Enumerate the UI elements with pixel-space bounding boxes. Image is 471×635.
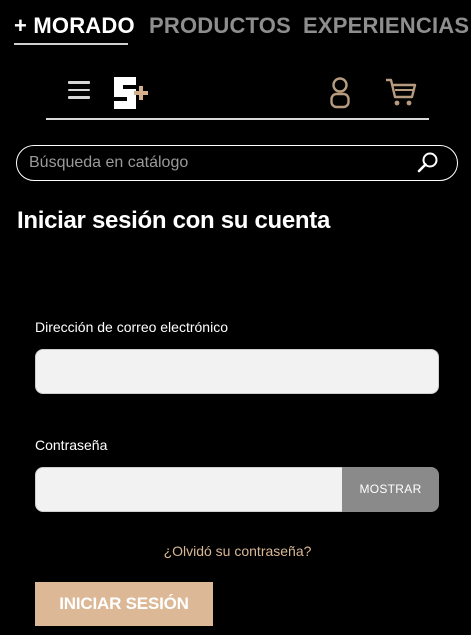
forgot-password-link[interactable]: ¿Olvidó su contraseña?: [0, 543, 471, 559]
email-label: Dirección de correo electrónico: [35, 319, 228, 335]
password-field[interactable]: [35, 467, 343, 512]
page-title: Iniciar sesión con su cuenta: [17, 207, 331, 234]
search-box: [16, 145, 458, 181]
tab-morado[interactable]: + MORADO: [14, 12, 135, 40]
tab-productos[interactable]: PRODUCTOS: [149, 12, 291, 40]
top-nav: + MORADO PRODUCTOS EXPERIENCIAS: [14, 12, 471, 46]
shopping-cart-icon[interactable]: [385, 77, 417, 107]
hamburger-menu-icon[interactable]: [68, 81, 90, 99]
tab-experiencias[interactable]: EXPERIENCIAS: [303, 12, 469, 40]
email-field[interactable]: [35, 349, 439, 394]
password-group: MOSTRAR: [35, 467, 439, 512]
login-button[interactable]: INICIAR SESIÓN: [35, 582, 213, 626]
logo-icon[interactable]: [110, 73, 156, 113]
show-password-button[interactable]: MOSTRAR: [342, 467, 439, 512]
active-tab-underline: [14, 43, 128, 45]
search-input[interactable]: [29, 150, 409, 176]
user-icon[interactable]: [329, 77, 351, 109]
header-bar: [46, 68, 429, 120]
password-label: Contraseña: [35, 437, 108, 453]
search-icon[interactable]: [417, 151, 439, 173]
